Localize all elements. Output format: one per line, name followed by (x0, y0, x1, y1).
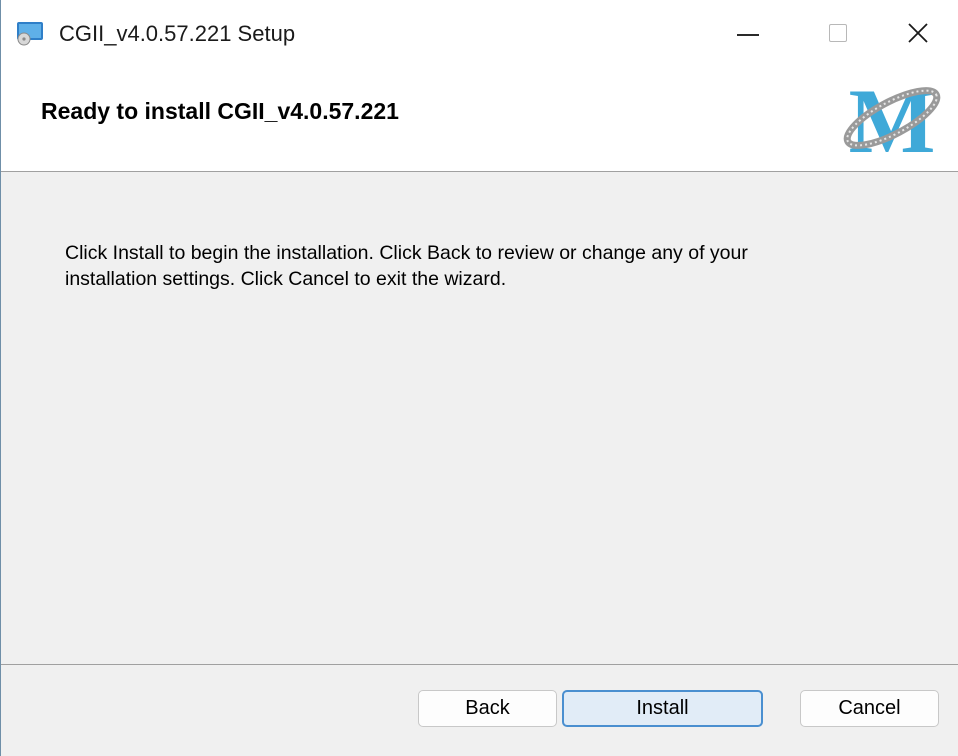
instructions-text: Click Install to begin the installation.… (65, 240, 865, 292)
close-icon (908, 23, 928, 43)
header-banner: Ready to install CGII_v4.0.57.221 M (1, 66, 958, 172)
installer-disc-icon (17, 22, 43, 46)
maximize-button[interactable] (793, 0, 883, 66)
install-button[interactable]: Install (562, 690, 763, 727)
close-button[interactable] (873, 0, 958, 66)
window-title: CGII_v4.0.57.221 Setup (59, 21, 296, 46)
minimize-button[interactable] (703, 0, 793, 66)
page-title: Ready to install CGII_v4.0.57.221 (41, 98, 399, 124)
company-logo: M (843, 70, 941, 166)
instructions-line-1: Click Install to begin the installation.… (65, 242, 748, 264)
footer-divider (1, 664, 958, 665)
minimize-icon (737, 34, 759, 36)
cancel-button[interactable]: Cancel (800, 690, 939, 727)
title-bar[interactable]: CGII_v4.0.57.221 Setup (1, 0, 958, 66)
instructions-line-2: installation settings. Click Cancel to e… (65, 268, 507, 290)
maximize-icon (829, 24, 847, 42)
setup-window: CGII_v4.0.57.221 Setup Ready to install … (0, 0, 958, 756)
back-button[interactable]: Back (418, 690, 557, 727)
